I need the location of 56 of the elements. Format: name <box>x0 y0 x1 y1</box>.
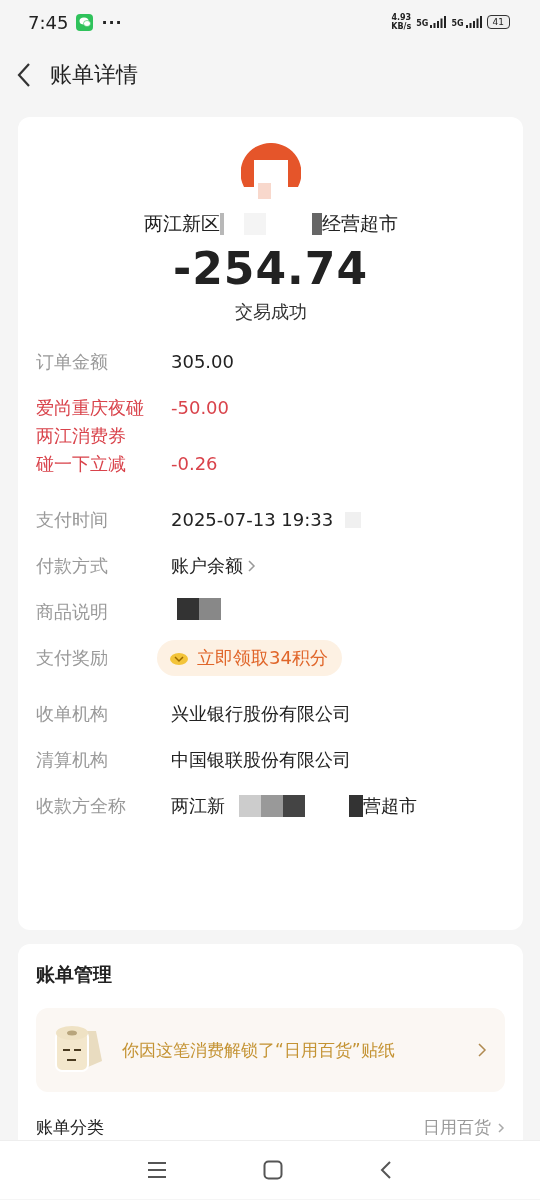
signal-icon <box>465 16 482 28</box>
clock-time: 7:45 <box>28 11 69 33</box>
redaction-mark <box>219 213 224 235</box>
field-value: 305.00 <box>171 350 234 374</box>
speed-unit: KB/s <box>391 22 412 31</box>
field-label: 支付奖励 <box>36 647 108 668</box>
store-logo-icon <box>240 143 301 199</box>
chevron-icon <box>497 1121 505 1134</box>
redaction-mark <box>283 795 305 817</box>
transaction-status: 交易成功 <box>234 300 307 324</box>
merchant-name: 两江新区 <box>143 211 220 236</box>
chat-app-icon <box>76 13 94 31</box>
field-label: 爱尚重庆夜碰两江消费券 <box>36 396 145 448</box>
chevron-icon <box>247 559 257 573</box>
coin-icon <box>169 650 189 666</box>
field-label: 订单金额 <box>36 351 108 372</box>
merchant-name: 经营超市 <box>321 211 398 236</box>
back-icon[interactable] <box>379 1160 393 1180</box>
redaction-mark <box>261 795 283 817</box>
home-icon[interactable] <box>263 1160 283 1180</box>
network-speed: 4.93 <box>391 13 412 22</box>
section-title: 账单管理 <box>36 962 113 987</box>
redaction-mark <box>349 795 363 817</box>
field-value: 中国银联股份有限公司 <box>171 748 351 772</box>
page-title: 账单详情 <box>50 61 138 89</box>
redaction-mark <box>199 598 221 620</box>
field-label: 商品说明 <box>36 601 108 622</box>
field-label: 付款方式 <box>36 555 108 576</box>
field-label: 支付时间 <box>36 509 108 530</box>
redaction-mark <box>311 213 322 235</box>
signal-icon <box>430 16 447 28</box>
field-label: 清算机构 <box>36 749 108 770</box>
field-value: 2025-07-13 19:33 <box>171 508 334 532</box>
field-value: 两江新 <box>171 794 225 818</box>
menu-icon[interactable] <box>147 1161 167 1179</box>
chevron-icon <box>477 1042 487 1058</box>
discount-value: -50.00 <box>171 396 230 420</box>
field-value: 营超市 <box>363 794 417 818</box>
sticker-banner[interactable]: 你因这笔消费解锁了“日用百货”贴纸 <box>36 1008 505 1092</box>
payment-method-link[interactable]: 账户余额 <box>171 552 243 580</box>
reward-button[interactable]: 立即领取34积分 <box>157 640 342 676</box>
discount-value: -0.26 <box>171 452 218 476</box>
field-value: 兴业银行股份有限公司 <box>171 702 351 726</box>
network-type: 5G <box>451 19 464 28</box>
field-label: 账单分类 <box>36 1116 104 1139</box>
amount: -254.74 <box>172 243 369 294</box>
field-label: 收单机构 <box>36 703 108 724</box>
battery-level: 41 <box>486 15 510 29</box>
back-icon[interactable] <box>16 62 32 88</box>
field-label: 收款方全称 <box>36 795 126 816</box>
redaction-mark <box>239 795 261 817</box>
category-link[interactable]: 日用百货 <box>423 1116 491 1139</box>
field-label: 碰一下立减 <box>36 452 127 476</box>
more-notifications: ··· <box>101 12 123 32</box>
redaction-mark <box>177 598 199 620</box>
network-type: 5G <box>416 19 429 28</box>
